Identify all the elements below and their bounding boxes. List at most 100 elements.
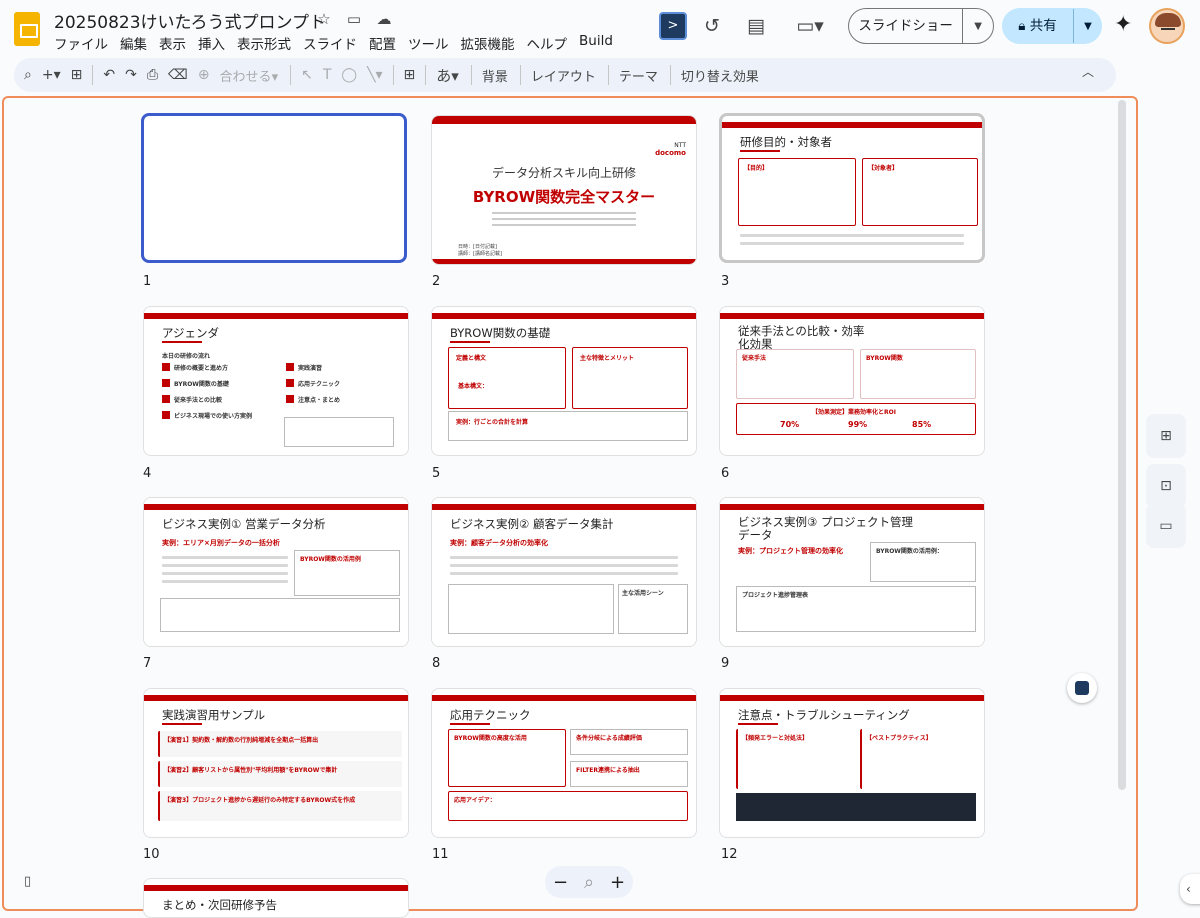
menu-file[interactable]: ファイル: [54, 33, 116, 53]
menu-help[interactable]: ヘルプ: [527, 33, 576, 53]
slide-thumbnail-4[interactable]: アジェンダ 本日の研修の流れ 研修の概要と進め方 BYROW関数の基礎 従来手法…: [143, 306, 409, 456]
line-icon[interactable]: ╲▾: [367, 67, 382, 83]
divider: [290, 65, 292, 85]
transition-button[interactable]: 切り替え効果: [681, 66, 759, 85]
slideshow-button[interactable]: スライドショー ▼: [848, 8, 994, 44]
slide-thumbnail-10[interactable]: 実践演習用サンプル 【演習1】契約数・解約数の行別純増減を全期点一括算出 【演習…: [143, 688, 409, 838]
zoom-icon[interactable]: ⊕: [198, 67, 210, 83]
comment-add-icon[interactable]: ⊞: [404, 67, 416, 83]
folder-move-icon[interactable]: ▭: [344, 10, 364, 28]
slide-thumbnail-11[interactable]: 応用テクニック BYROW関数の高度な活用 条件分岐による成績評価 FILTER…: [431, 688, 697, 838]
extension-float-icon[interactable]: [1067, 673, 1097, 703]
title-underline: [450, 723, 490, 725]
exercise-heading: 【演習1】契約数・解約数の行別純増減を全期点一括算出: [164, 737, 319, 744]
background-button[interactable]: 背景: [482, 66, 508, 85]
folder-icon[interactable]: ▭: [1146, 504, 1186, 548]
agenda-number: [286, 379, 294, 387]
box-heading: 【目的】: [744, 165, 769, 172]
menu-tools[interactable]: ツール: [408, 33, 457, 53]
slideshow-label[interactable]: スライドショー: [849, 9, 964, 43]
undo-icon[interactable]: ↶: [103, 67, 115, 83]
history-icon[interactable]: ↺: [696, 10, 728, 42]
slide-title: アジェンダ: [162, 326, 220, 340]
accent-bar: [144, 885, 408, 891]
exercise-heading: 【演習2】顧客リストから属性別"平均利用額"をBYROWで集計: [164, 767, 338, 774]
menu-format[interactable]: 表示形式: [237, 33, 299, 53]
slide-subtitle: 実例：プロジェクト管理の効率化: [738, 547, 843, 555]
search-menus-icon[interactable]: ⌕: [24, 67, 32, 83]
app-header: 20250823けいたろう式プロンプト ☆ ▭ ☁ ファイル 編集 表示 挿入 …: [0, 0, 1200, 56]
slide-title: 応用テクニック: [450, 708, 531, 722]
slide-thumbnail-13[interactable]: まとめ・次回研修予告: [143, 878, 409, 918]
agenda-number: [286, 363, 294, 371]
agenda-number: [162, 363, 170, 371]
zoom-out-icon[interactable]: −: [553, 872, 568, 893]
menu-insert[interactable]: 挿入: [198, 33, 233, 53]
star-icon[interactable]: ☆: [314, 10, 334, 28]
chevron-left-icon[interactable]: ‹: [1180, 874, 1200, 904]
video-call-icon[interactable]: ▭▾: [790, 10, 830, 42]
chevron-up-icon[interactable]: ︿: [1082, 63, 1094, 80]
title-underline: [162, 723, 202, 725]
slide-thumbnail-2[interactable]: NTT docomo データ分析スキル向上研修 BYROW関数完全マスター 日時…: [431, 115, 697, 265]
title-underline: [450, 341, 490, 343]
slides-logo-icon[interactable]: [14, 12, 40, 46]
slide-number: 7: [143, 656, 152, 671]
share-label[interactable]: 🔒︎ 共有: [1002, 9, 1074, 43]
image-icon[interactable]: ◯: [341, 67, 357, 83]
agenda-item: 注意点・まとめ: [298, 397, 341, 404]
menu-build[interactable]: Build: [579, 33, 621, 53]
slide-number: 1: [143, 274, 152, 289]
avatar[interactable]: [1149, 8, 1185, 44]
slide-title: データ分析スキル向上研修: [491, 166, 636, 180]
redo-icon[interactable]: ↷: [125, 67, 137, 83]
print-icon[interactable]: ⎙: [147, 67, 158, 83]
box-heading: 主な特徴とメリット: [580, 355, 635, 362]
slide-thumbnail-9[interactable]: ビジネス実例③ プロジェクト管理データ 実例：プロジェクト管理の効率化 BYRO…: [719, 497, 985, 647]
chevron-down-icon[interactable]: ▼: [1074, 21, 1102, 32]
new-slide-layout-icon[interactable]: ⊞: [71, 67, 83, 83]
share-button[interactable]: 🔒︎ 共有 ▼: [1002, 8, 1102, 44]
theme-button[interactable]: テーマ: [619, 66, 658, 85]
extension-icon[interactable]: >: [659, 12, 687, 40]
slide-thumbnail-7[interactable]: ビジネス実例① 営業データ分析 実例：エリア×月別データの一括分析 BYROW関…: [143, 497, 409, 647]
effect-heading: 【効果測定】業務効率化とROI: [812, 409, 896, 416]
menu-arrange[interactable]: 配置: [369, 33, 404, 53]
body-text: [162, 556, 288, 588]
zoom-in-icon[interactable]: +: [610, 872, 625, 893]
layout-button[interactable]: レイアウト: [531, 66, 596, 85]
slide-thumbnail-5[interactable]: BYROW関数の基礎 定義と構文 基本構文： 主な特徴とメリット 実例：行ごとの…: [431, 306, 697, 456]
slide-thumbnail-6[interactable]: 従来手法との比較・効率化効果 従来手法 BYROW関数 【効果測定】業務効率化と…: [719, 306, 985, 456]
document-title[interactable]: 20250823けいたろう式プロンプト: [54, 8, 326, 33]
menu-slide[interactable]: スライド: [303, 33, 365, 53]
comment-icon[interactable]: ▤: [740, 10, 772, 42]
agenda-number: [286, 395, 294, 403]
agenda-number: [162, 395, 170, 403]
image-add-icon[interactable]: ⊞: [1146, 414, 1186, 458]
slide-thumbnail-8[interactable]: ビジネス実例② 顧客データ集計 実例：顧客データ分析の効率化 主な活用シーン: [431, 497, 697, 647]
vertical-scrollbar[interactable]: [1118, 100, 1126, 790]
slide-thumbnail-3[interactable]: 研修目的・対象者 【目的】 【対象者】: [719, 113, 985, 263]
slide-thumbnail-12[interactable]: 注意点・トラブルシューティング 【頻発エラーと対処法】 【ベストプラクティス】: [719, 688, 985, 838]
accent-bar: [432, 116, 696, 124]
box-heading: BYROW関数の高度な活用: [454, 735, 527, 742]
select-icon[interactable]: ↖: [301, 67, 313, 83]
filmstrip-toggle-icon[interactable]: ▯: [24, 874, 31, 889]
box-heading: BYROW関数の活用例：: [876, 548, 943, 555]
image-search-icon[interactable]: ⊡: [1146, 464, 1186, 508]
accent-bar: [144, 695, 408, 701]
new-slide-icon[interactable]: +▾: [42, 67, 61, 83]
cloud-status-icon[interactable]: ☁: [374, 10, 394, 28]
menu-view[interactable]: 表示: [159, 33, 194, 53]
chevron-down-icon[interactable]: ▼: [963, 21, 993, 32]
text-box-icon[interactable]: T: [323, 67, 332, 83]
paint-format-icon[interactable]: ⌫: [168, 67, 188, 83]
gemini-icon[interactable]: ✦: [1114, 12, 1132, 37]
slide-title: ビジネス実例① 営業データ分析: [162, 517, 326, 531]
input-tools-button[interactable]: あ▾: [436, 65, 459, 86]
slide-thumbnail-1[interactable]: [141, 113, 407, 263]
menu-edit[interactable]: 編集: [120, 33, 155, 53]
zoom-icon[interactable]: ⌕: [584, 872, 594, 893]
zoom-fit-select[interactable]: 合わせる▾: [220, 66, 279, 85]
menu-extensions[interactable]: 拡張機能: [461, 33, 523, 53]
